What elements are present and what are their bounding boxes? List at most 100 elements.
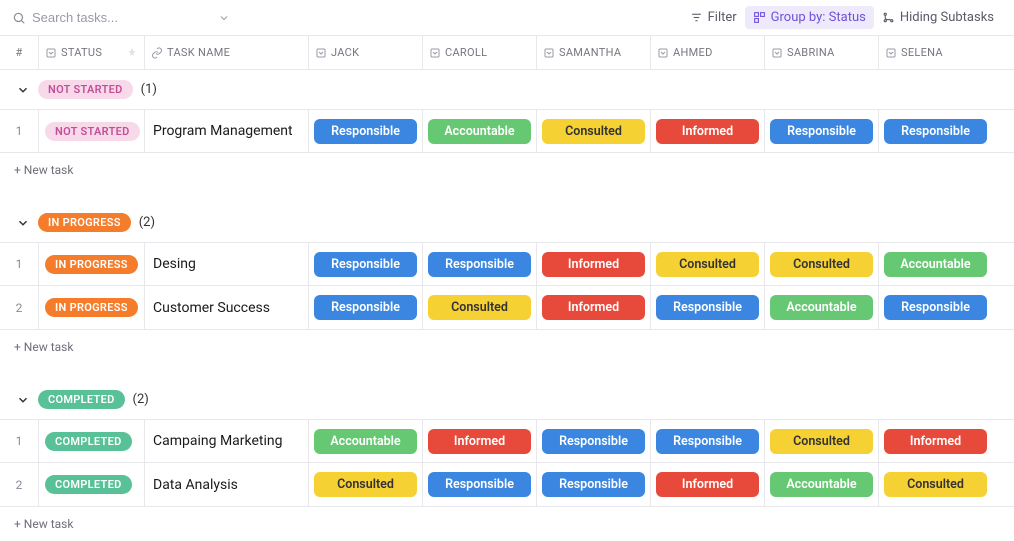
col-person[interactable]: SELENA — [878, 36, 992, 69]
status-badge: NOT STARTED — [45, 122, 140, 141]
cell-raci[interactable]: Responsible — [650, 286, 764, 329]
hiding-subtasks-button[interactable]: Hiding Subtasks — [874, 6, 1002, 29]
dropdown-icon — [771, 47, 783, 59]
cell-raci[interactable]: Accountable — [422, 110, 536, 152]
group-header[interactable]: COMPLETED(2) — [0, 380, 1014, 419]
cell-status[interactable]: COMPLETED — [38, 463, 144, 506]
raci-tag: Responsible — [314, 119, 417, 144]
row-index: 1 — [0, 434, 38, 448]
cell-raci[interactable]: Responsible — [308, 110, 422, 152]
raci-tag: Responsible — [314, 295, 417, 320]
cell-task[interactable]: Data Analysis — [144, 463, 308, 506]
group-header[interactable]: IN PROGRESS(2) — [0, 203, 1014, 242]
cell-status[interactable]: COMPLETED — [38, 420, 144, 462]
status-badge: COMPLETED — [38, 390, 125, 409]
cell-raci[interactable]: Accountable — [308, 420, 422, 462]
cell-raci[interactable]: Consulted — [308, 463, 422, 506]
row-index: 1 — [0, 257, 38, 271]
group-by-label: Group by: Status — [771, 10, 866, 25]
col-person[interactable]: JACK — [308, 36, 422, 69]
cell-raci[interactable]: Informed — [536, 286, 650, 329]
branch-icon — [882, 11, 895, 24]
cell-raci[interactable]: Consulted — [422, 286, 536, 329]
raci-tag: Responsible — [656, 429, 759, 454]
toolbar: Filter Group by: Status Hiding Subtasks — [0, 0, 1014, 36]
raci-tag: Informed — [428, 429, 531, 454]
cell-raci[interactable]: Consulted — [536, 110, 650, 152]
col-status[interactable]: STATUS — [38, 36, 144, 69]
table-row[interactable]: 1COMPLETEDCampaing MarketingAccountableI… — [0, 419, 1014, 463]
raci-tag: Informed — [656, 472, 759, 497]
row-index: 1 — [0, 124, 38, 138]
raci-tag: Responsible — [770, 119, 873, 144]
cell-raci[interactable]: Accountable — [764, 286, 878, 329]
cell-raci[interactable]: Responsible — [422, 463, 536, 506]
cell-raci[interactable]: Consulted — [764, 420, 878, 462]
group-by-button[interactable]: Group by: Status — [745, 6, 874, 29]
cell-status[interactable]: IN PROGRESS — [38, 286, 144, 329]
cell-raci[interactable]: Responsible — [422, 243, 536, 285]
status-badge: COMPLETED — [45, 432, 132, 451]
col-person[interactable]: AHMED — [650, 36, 764, 69]
raci-tag: Consulted — [656, 252, 759, 277]
cell-raci[interactable]: Responsible — [878, 110, 992, 152]
search-input[interactable] — [32, 10, 172, 25]
pin-icon[interactable] — [126, 47, 138, 59]
cell-raci[interactable]: Informed — [878, 420, 992, 462]
status-badge: IN PROGRESS — [45, 298, 138, 317]
new-task-button[interactable]: + New task — [0, 330, 1014, 364]
col-person[interactable]: SABRINA — [764, 36, 878, 69]
dropdown-icon — [543, 47, 555, 59]
cell-raci[interactable]: Responsible — [536, 463, 650, 506]
cell-status[interactable]: IN PROGRESS — [38, 243, 144, 285]
raci-tag: Responsible — [656, 295, 759, 320]
cell-raci[interactable]: Informed — [422, 420, 536, 462]
col-task[interactable]: TASK NAME — [144, 36, 308, 69]
cell-task[interactable]: Customer Success — [144, 286, 308, 329]
cell-raci[interactable]: Accountable — [764, 463, 878, 506]
cell-raci[interactable]: Consulted — [650, 243, 764, 285]
cell-status[interactable]: NOT STARTED — [38, 110, 144, 152]
col-person[interactable]: SAMANTHA — [536, 36, 650, 69]
status-badge: COMPLETED — [45, 475, 132, 494]
raci-tag: Informed — [656, 119, 759, 144]
new-task-button[interactable]: + New task — [0, 153, 1014, 187]
col-person-label: CAROLL — [445, 46, 487, 59]
cell-task[interactable]: Campaing Marketing — [144, 420, 308, 462]
cell-raci[interactable]: Responsible — [878, 286, 992, 329]
col-person-label: SABRINA — [787, 46, 835, 59]
chevron-down-icon — [16, 216, 30, 230]
new-task-button[interactable]: + New task — [0, 507, 1014, 541]
col-person-label: SELENA — [901, 46, 943, 59]
cell-raci[interactable]: Informed — [650, 110, 764, 152]
table-row[interactable]: 1IN PROGRESSDesingResponsibleResponsible… — [0, 242, 1014, 286]
raci-tag: Consulted — [770, 429, 873, 454]
chevron-down-icon — [16, 393, 30, 407]
cell-raci[interactable]: Consulted — [764, 243, 878, 285]
chevron-down-icon[interactable] — [218, 12, 230, 24]
raci-tag: Responsible — [542, 472, 645, 497]
cell-raci[interactable]: Accountable — [878, 243, 992, 285]
table-row[interactable]: 1NOT STARTEDProgram ManagementResponsibl… — [0, 109, 1014, 153]
table-row[interactable]: 2IN PROGRESSCustomer SuccessResponsibleC… — [0, 286, 1014, 330]
raci-tag: Consulted — [314, 472, 417, 497]
cell-raci[interactable]: Responsible — [764, 110, 878, 152]
filter-button[interactable]: Filter — [682, 6, 745, 29]
cell-raci[interactable]: Responsible — [536, 420, 650, 462]
dropdown-icon — [45, 47, 57, 59]
cell-raci[interactable]: Responsible — [308, 243, 422, 285]
cell-raci[interactable]: Responsible — [308, 286, 422, 329]
group-header[interactable]: NOT STARTED(1) — [0, 70, 1014, 109]
table-row[interactable]: 2COMPLETEDData AnalysisConsultedResponsi… — [0, 463, 1014, 507]
raci-tag: Responsible — [428, 472, 531, 497]
col-status-label: STATUS — [61, 46, 102, 59]
search-wrap — [12, 10, 230, 25]
cell-raci[interactable]: Responsible — [650, 420, 764, 462]
raci-tag: Informed — [884, 429, 987, 454]
cell-task[interactable]: Desing — [144, 243, 308, 285]
cell-task[interactable]: Program Management — [144, 110, 308, 152]
cell-raci[interactable]: Consulted — [878, 463, 992, 506]
cell-raci[interactable]: Informed — [650, 463, 764, 506]
cell-raci[interactable]: Informed — [536, 243, 650, 285]
col-person[interactable]: CAROLL — [422, 36, 536, 69]
